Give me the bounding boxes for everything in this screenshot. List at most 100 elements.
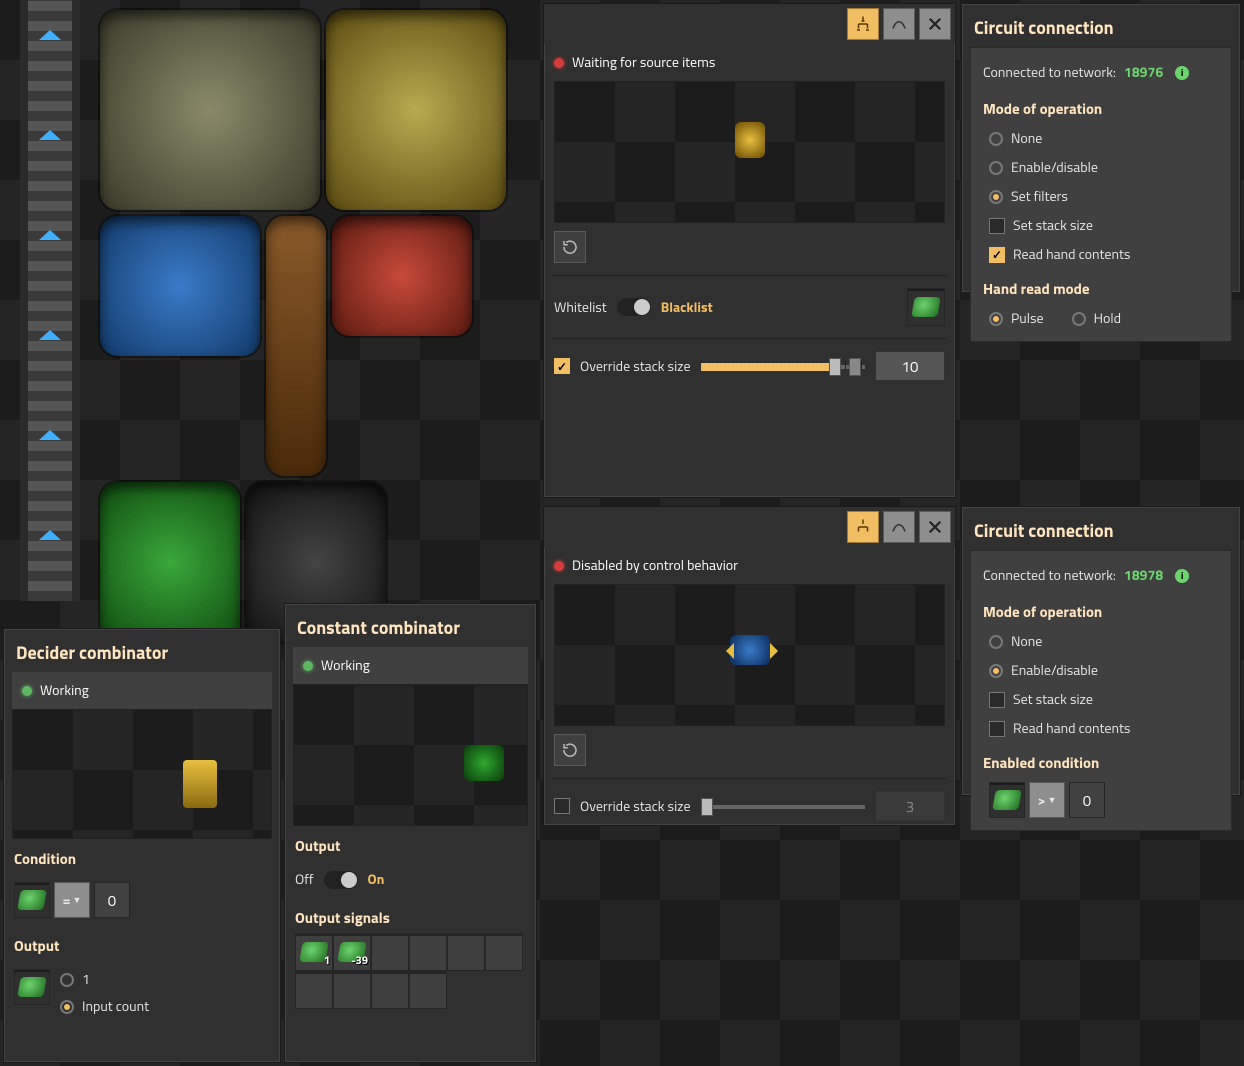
rotate-icon[interactable]	[554, 734, 586, 766]
entity-preview	[554, 584, 945, 726]
stack-size-input[interactable]	[875, 351, 945, 381]
on-label: On	[368, 869, 385, 890]
condition-left-slot[interactable]	[14, 882, 50, 918]
signal-slot[interactable]	[295, 971, 333, 1009]
condition-title: Condition	[4, 839, 280, 874]
enabled-condition-title: Enabled condition	[979, 743, 1223, 778]
item-icon	[17, 890, 47, 910]
read-hand-checkbox[interactable]	[989, 721, 1005, 737]
constant-combinator-panel: Constant combinator Working Output Off O…	[284, 603, 537, 1063]
stack-size-slider[interactable]	[701, 796, 865, 816]
signal-slot[interactable]	[409, 971, 447, 1009]
mode-title: Mode of operation	[979, 592, 1223, 627]
status-dot	[22, 686, 32, 696]
info-icon[interactable]: i	[1175, 66, 1189, 80]
signals-title: Output signals	[285, 898, 536, 933]
transport-belt	[20, 0, 80, 601]
status-dot	[554, 561, 564, 571]
chevron-down-icon: ▼	[72, 894, 81, 907]
condition-signal-slot[interactable]	[989, 782, 1025, 818]
entity-preview	[293, 684, 528, 826]
signal-slot[interactable]	[371, 971, 409, 1009]
mode-none-radio[interactable]	[989, 132, 1003, 146]
stack-size-slider[interactable]	[701, 356, 865, 376]
hold-radio[interactable]	[1072, 312, 1086, 326]
circuit-connection-panel-top: Circuit connection Connected to network:…	[961, 3, 1241, 293]
mode-enable-radio[interactable]	[989, 161, 1003, 175]
read-hand-label: Read hand contents	[1013, 244, 1130, 265]
status-text: Working	[321, 655, 370, 676]
item-icon	[17, 977, 47, 997]
set-stack-checkbox[interactable]	[989, 218, 1005, 234]
close-icon[interactable]	[919, 8, 951, 40]
mode-none-label: None	[1011, 128, 1042, 149]
mode-none-radio[interactable]	[989, 635, 1003, 649]
inserter-panel-top: Waiting for source items Whitelist Black…	[543, 3, 956, 498]
output-one-radio[interactable]	[60, 973, 74, 987]
hold-label: Hold	[1094, 308, 1121, 329]
set-stack-label: Set stack size	[1013, 689, 1093, 710]
mode-enable-label: Enable/disable	[1011, 157, 1098, 178]
stack-size-input	[875, 791, 945, 821]
network-id-link[interactable]: 18976	[1124, 62, 1163, 83]
signal-slot[interactable]: -39	[333, 933, 371, 971]
logistic-network-icon[interactable]	[883, 511, 915, 543]
override-stack-checkbox[interactable]	[554, 358, 570, 374]
signal-slot[interactable]: 1	[295, 933, 333, 971]
condition-operator[interactable]: >▼	[1029, 782, 1065, 818]
info-icon[interactable]: i	[1175, 569, 1189, 583]
mode-title: Mode of operation	[979, 89, 1223, 124]
mode-none-label: None	[1011, 631, 1042, 652]
pulse-radio[interactable]	[989, 312, 1003, 326]
set-stack-label: Set stack size	[1013, 215, 1093, 236]
signal-slot[interactable]	[371, 933, 409, 971]
game-world-view	[0, 0, 540, 601]
circuit-connection-panel-bottom: Circuit connection Connected to network:…	[961, 506, 1241, 796]
network-id-link[interactable]: 18978	[1124, 565, 1163, 586]
close-icon[interactable]	[919, 511, 951, 543]
output-count-label: Input count	[82, 996, 149, 1017]
condition-value-input[interactable]	[1069, 782, 1105, 818]
panel-title: Constant combinator	[285, 604, 536, 647]
signal-slot[interactable]	[409, 933, 447, 971]
circuit-network-icon[interactable]	[847, 8, 879, 40]
pulse-label: Pulse	[1011, 308, 1044, 329]
panel-title: Decider combinator	[4, 629, 280, 672]
item-icon	[911, 297, 941, 317]
signal-slot[interactable]	[485, 933, 523, 971]
signal-slot[interactable]	[333, 971, 371, 1009]
override-stack-row: Override stack size	[544, 343, 955, 389]
output-toggle[interactable]	[324, 871, 358, 889]
output-title: Output	[285, 826, 536, 861]
output-count-radio[interactable]	[60, 1000, 74, 1014]
whitelist-label: Whitelist	[554, 297, 607, 318]
read-hand-checkbox[interactable]	[989, 247, 1005, 263]
override-stack-label: Override stack size	[580, 796, 691, 817]
circuit-network-icon[interactable]	[847, 511, 879, 543]
logistic-network-icon[interactable]	[883, 8, 915, 40]
factory-machines	[100, 10, 530, 600]
signal-count: 1	[324, 953, 330, 969]
hand-mode-title: Hand read mode	[979, 269, 1223, 304]
filter-slot[interactable]	[907, 288, 945, 326]
output-signal-slot[interactable]	[14, 969, 50, 1005]
condition-right-input[interactable]	[94, 882, 130, 918]
mode-enable-label: Enable/disable	[1011, 660, 1098, 681]
inserter-panel-bottom: Disabled by control behavior Override st…	[543, 506, 956, 826]
panel-title: Circuit connection	[962, 507, 1240, 550]
condition-operator[interactable]: =▼	[54, 882, 90, 918]
mode-enable-radio[interactable]	[989, 664, 1003, 678]
override-stack-label: Override stack size	[580, 356, 691, 377]
output-title: Output	[4, 926, 280, 961]
status-dot	[303, 661, 313, 671]
whitelist-toggle[interactable]	[617, 298, 651, 316]
item-icon	[992, 790, 1022, 810]
set-stack-checkbox[interactable]	[989, 692, 1005, 708]
mode-filters-radio[interactable]	[989, 190, 1003, 204]
decider-combinator-panel: Decider combinator Working Condition =▼ …	[3, 628, 281, 1063]
signal-slot[interactable]	[447, 933, 485, 971]
off-label: Off	[295, 869, 314, 890]
rotate-icon[interactable]	[554, 231, 586, 263]
signal-count: -39	[351, 953, 368, 969]
override-stack-checkbox[interactable]	[554, 798, 570, 814]
